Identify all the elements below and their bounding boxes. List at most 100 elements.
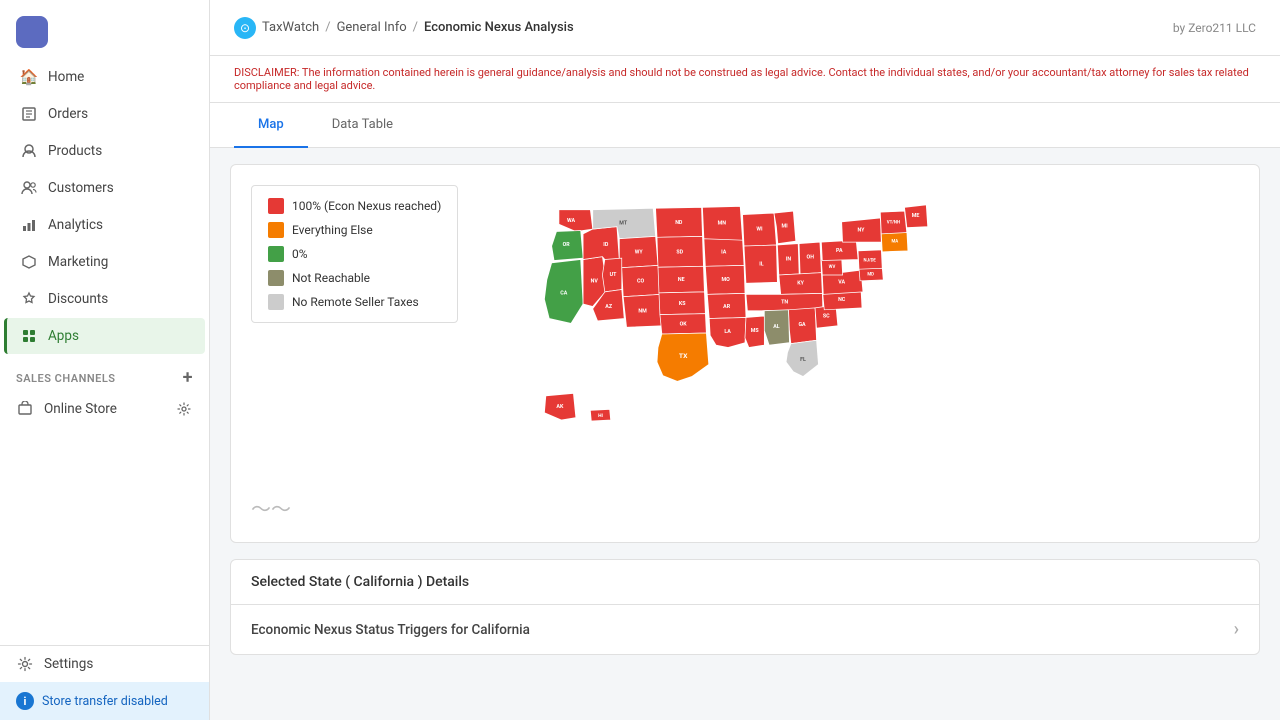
sales-channels-header: SALES CHANNELS + [0,355,209,391]
svg-text:NE: NE [678,277,685,283]
taxwatch-icon: ⊙ [234,17,256,39]
marketing-icon [20,253,38,271]
svg-text:ND: ND [675,220,683,226]
sidebar-item-home[interactable]: 🏠 Home [4,59,205,95]
sidebar-logo [0,0,209,58]
us-map[interactable]: WA OR CA NV ID [395,188,1095,482]
svg-text:AK: AK [556,404,564,410]
map-legend: 100% (Econ Nexus reached) Everything Els… [251,185,458,323]
svg-text:FL: FL [800,357,806,363]
svg-text:VT/NH: VT/NH [887,220,900,225]
home-icon: 🏠 [20,68,38,86]
svg-text:IN: IN [786,257,792,263]
sidebar-item-label: Customers [48,180,114,196]
svg-text:NM: NM [638,309,647,315]
svg-text:MI: MI [782,224,789,230]
sidebar-item-discounts[interactable]: Discounts [4,281,205,317]
svg-text:CO: CO [637,278,644,284]
sidebar-item-analytics[interactable]: Analytics [4,207,205,243]
legend-item-not-reachable: Not Reachable [268,270,441,286]
sidebar-item-label: Orders [48,106,88,122]
legend-label: 0% [292,247,308,261]
sidebar-item-label: Discounts [48,291,108,307]
logo-icon [16,16,48,48]
svg-text:MO: MO [722,277,731,283]
svg-text:SC: SC [823,314,830,320]
sidebar-item-marketing[interactable]: Marketing [4,244,205,280]
svg-text:OK: OK [680,321,688,327]
settings-label: Settings [44,656,93,672]
legend-swatch-red [268,198,284,214]
svg-text:AZ: AZ [605,304,613,310]
svg-text:IL: IL [759,261,764,267]
main-content: ⊙ TaxWatch / General Info / Economic Nex… [210,0,1280,720]
svg-text:UT: UT [610,272,617,278]
disclaimer-bar: DISCLAIMER: The information contained he… [210,56,1280,103]
svg-text:IA: IA [721,250,727,256]
sidebar-item-label: Apps [48,328,79,344]
sidebar-item-products[interactable]: Products [4,133,205,169]
state-id[interactable] [583,227,619,261]
tab-map[interactable]: Map [234,103,308,148]
sidebar-item-apps[interactable]: Apps [4,318,205,354]
svg-text:AL: AL [773,324,780,330]
svg-text:TN: TN [781,300,788,306]
sidebar-item-label: Analytics [48,217,103,233]
svg-text:GA: GA [798,322,806,328]
svg-text:MA: MA [891,240,898,245]
svg-text:NV: NV [591,278,599,284]
content-area: DISCLAIMER: The information contained he… [210,56,1280,720]
svg-text:SD: SD [676,249,683,255]
analytics-icon [20,216,38,234]
svg-text:ID: ID [603,242,609,248]
svg-text:WY: WY [635,249,644,255]
legend-swatch-tan [268,270,284,286]
svg-text:PA: PA [836,248,843,254]
legend-item-100: 100% (Econ Nexus reached) [268,198,441,214]
svg-text:VA: VA [838,280,845,286]
svg-text:NY: NY [858,228,866,234]
svg-text:NJ/DE: NJ/DE [864,258,877,263]
breadcrumb-current: Economic Nexus Analysis [424,20,574,35]
svg-text:TX: TX [679,352,688,360]
legend-swatch-orange [268,222,284,238]
svg-text:OH: OH [807,255,815,261]
sidebar-item-online-store[interactable]: Online Store [0,391,209,427]
map-controls-icon[interactable]: 〜〜 [251,493,291,522]
svg-text:MT: MT [619,220,628,226]
svg-text:MD: MD [867,272,874,277]
breadcrumb-taxwatch[interactable]: TaxWatch [262,20,319,35]
sidebar-item-settings[interactable]: Settings [0,646,209,682]
sidebar-bottom: Settings i Store transfer disabled [0,645,209,720]
add-sales-channel-button[interactable]: + [183,369,193,387]
legend-item-else: Everything Else [268,222,441,238]
sidebar-item-customers[interactable]: Customers [4,170,205,206]
svg-text:HI: HI [598,413,603,419]
by-label: by Zero211 LLC [1173,21,1256,35]
customers-icon [20,179,38,197]
store-transfer-bar[interactable]: i Store transfer disabled [0,682,209,720]
tabs-bar: Map Data Table [210,103,1280,148]
details-sub-heading[interactable]: Economic Nexus Status Triggers for Calif… [231,605,1259,654]
sidebar-item-label: Marketing [48,254,108,270]
orders-icon [20,105,38,123]
svg-text:OR: OR [563,242,571,248]
sidebar-navigation: 🏠 Home Orders Products Customers Anal [0,58,209,645]
svg-text:AR: AR [723,304,731,310]
svg-text:NC: NC [838,297,846,303]
online-store-icon [16,400,34,418]
legend-label: 100% (Econ Nexus reached) [292,199,441,213]
top-bar: ⊙ TaxWatch / General Info / Economic Nex… [210,0,1280,56]
legend-swatch-gray [268,294,284,310]
sidebar: 🏠 Home Orders Products Customers Anal [0,0,210,720]
online-store-label: Online Store [44,401,117,417]
products-icon [20,142,38,160]
sidebar-item-orders[interactable]: Orders [4,96,205,132]
state-wa[interactable] [559,210,593,232]
tab-data-table[interactable]: Data Table [308,103,417,148]
online-store-settings-icon[interactable] [175,400,193,418]
settings-icon [16,655,34,673]
breadcrumb-general-info[interactable]: General Info [337,20,407,35]
details-section: Selected State ( California ) Details Ec… [230,559,1260,655]
sidebar-item-label: Home [48,69,84,85]
